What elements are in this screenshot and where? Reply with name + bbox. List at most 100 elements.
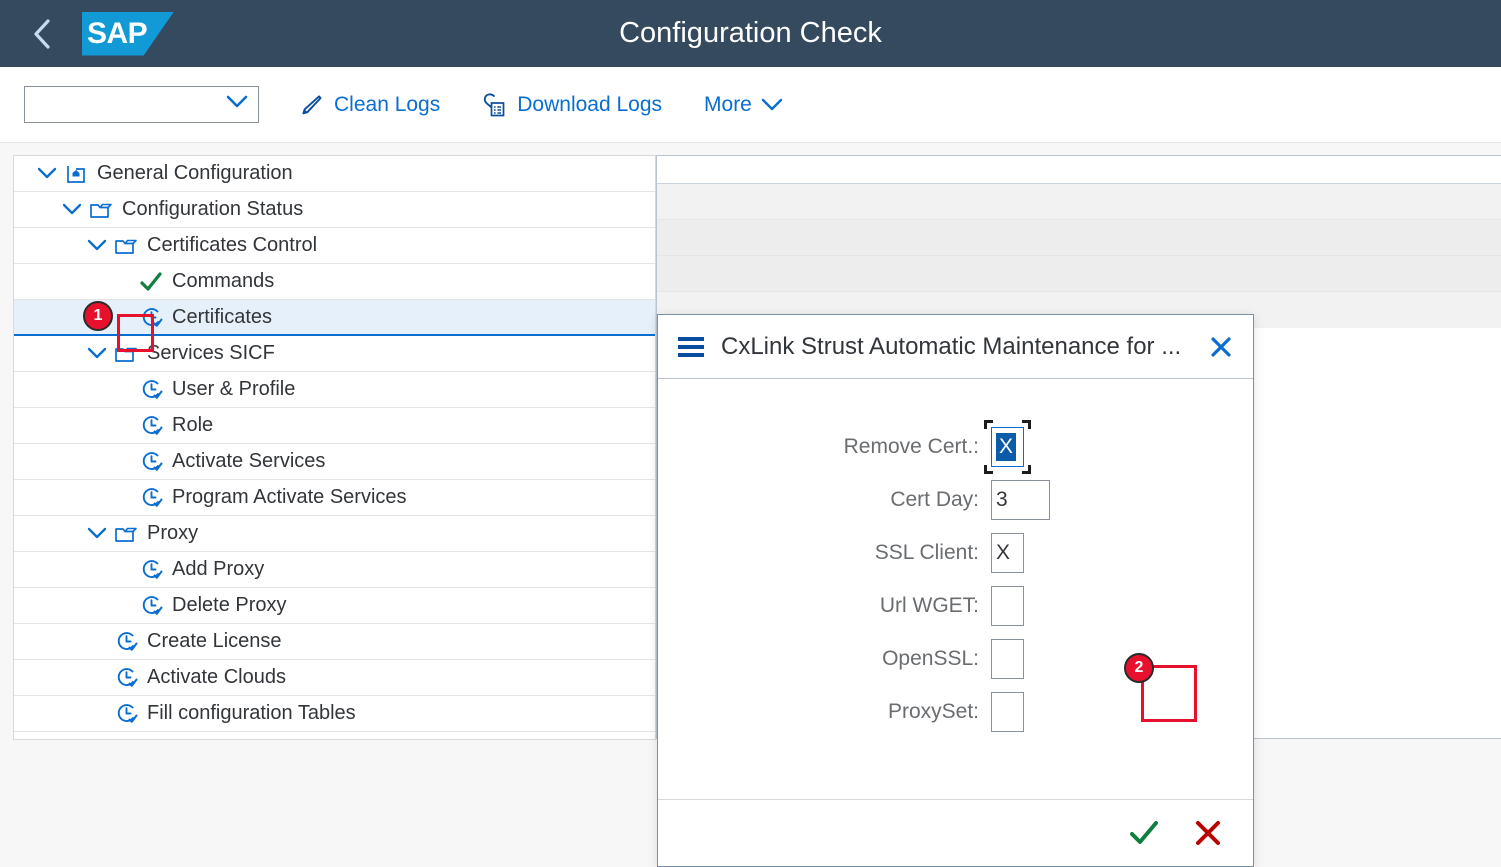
content-area: General Configuration Configuration Statu… <box>0 143 1501 867</box>
tree-item-role[interactable]: Role <box>14 408 655 444</box>
background-row <box>657 256 1501 292</box>
cxlink-strust-dialog: CxLink Strust Automatic Maintenance for … <box>657 314 1254 867</box>
folder-icon <box>112 524 140 544</box>
clean-logs-label: Clean Logs <box>334 92 441 116</box>
focus-corner <box>984 465 993 474</box>
field-label: OpenSSL: <box>882 647 979 670</box>
dialog-title: CxLink Strust Automatic Maintenance for … <box>721 332 1182 360</box>
field-input-openssl[interactable] <box>991 639 1024 679</box>
log-select-dropdown[interactable] <box>24 86 259 123</box>
sap-logo: SAP <box>82 11 174 56</box>
tree-item-certificates[interactable]: Certificates <box>14 300 655 336</box>
hamburger-menu-icon[interactable] <box>678 336 704 357</box>
attachment-icon <box>480 92 506 118</box>
chevron-down-icon[interactable] <box>82 239 112 252</box>
chevron-left-icon <box>31 17 53 51</box>
dialog-form: Remove Cert.: X Cert Day: 3 SSL Client: X Url … <box>658 379 1253 799</box>
more-label: More <box>704 92 752 116</box>
download-logs-label: Download Logs <box>517 92 663 116</box>
field-value: X <box>996 541 1011 564</box>
tree-item-label: Certificates Control <box>147 234 318 256</box>
tree-item-label: Delete Proxy <box>172 594 287 616</box>
tree-item-create-license[interactable]: Create License <box>14 624 655 660</box>
tree-item-configuration-status[interactable]: Configuration Status <box>14 192 655 228</box>
field-input-remove-cert[interactable]: X <box>991 427 1024 467</box>
pending-clock-icon <box>112 666 140 689</box>
clean-logs-button[interactable]: Clean Logs <box>299 93 440 117</box>
chevron-down-icon[interactable] <box>82 347 112 360</box>
form-row: ProxySet: <box>658 692 1253 732</box>
form-row: Remove Cert.: X <box>658 420 1253 474</box>
tree-item-general-configuration[interactable]: General Configuration <box>14 156 655 192</box>
focus-indicator: X <box>984 420 1031 474</box>
folder-icon <box>87 200 115 220</box>
sap-logo-text: SAP <box>87 16 148 50</box>
tree-item-activate-services[interactable]: Activate Services <box>14 444 655 480</box>
pending-clock-icon <box>112 702 140 725</box>
tree-item-label: Commands <box>172 270 275 292</box>
dialog-confirm-button[interactable] <box>1119 808 1169 858</box>
tree-item-label: Proxy <box>147 522 199 544</box>
tree-item-label: Services SICF <box>147 342 275 364</box>
pending-clock-icon <box>112 630 140 653</box>
tree-item-activate-clouds[interactable]: Activate Clouds <box>14 660 655 696</box>
field-label: Cert Day: <box>890 488 979 511</box>
field-input-url-wget[interactable] <box>991 586 1024 626</box>
chevron-down-icon <box>226 95 248 114</box>
chevron-down-icon[interactable] <box>32 167 62 180</box>
dialog-cancel-button[interactable] <box>1183 808 1233 858</box>
folder-icon <box>112 236 140 256</box>
pending-clock-icon <box>137 558 165 581</box>
tree-item-delete-proxy[interactable]: Delete Proxy <box>14 588 655 624</box>
tree-item-commands[interactable]: Commands <box>14 264 655 300</box>
field-value: 3 <box>996 488 1008 511</box>
background-row <box>657 184 1501 220</box>
tree-item-user-profile[interactable]: User & Profile <box>14 372 655 408</box>
tree-item-add-proxy[interactable]: Add Proxy <box>14 552 655 588</box>
field-input-cert-day[interactable]: 3 <box>991 480 1050 520</box>
field-value: X <box>996 433 1017 461</box>
background-row <box>657 220 1501 256</box>
focus-corner <box>984 420 993 429</box>
chevron-down-icon[interactable] <box>82 527 112 540</box>
pending-clock-icon <box>137 450 165 473</box>
background-panel-spacer <box>657 156 1501 184</box>
tree-item-certificates-control[interactable]: Certificates Control <box>14 228 655 264</box>
form-row: Url WGET: <box>658 586 1253 626</box>
field-label: Url WGET: <box>879 594 979 617</box>
tree-item-label: Role <box>172 414 214 436</box>
folder-icon <box>112 344 140 364</box>
tree-item-proxy[interactable]: Proxy <box>14 516 655 552</box>
pending-clock-icon <box>137 306 165 329</box>
field-label: Remove Cert.: <box>843 435 979 458</box>
tree-item-label: Program Activate Services <box>172 486 407 508</box>
check-icon <box>137 270 165 294</box>
pending-clock-icon <box>137 414 165 437</box>
field-label: ProxySet: <box>887 700 979 723</box>
tree-item-label: Activate Clouds <box>147 666 286 688</box>
tree-item-services-sicf[interactable]: Services SICF <box>14 336 655 372</box>
pending-clock-icon <box>137 378 165 401</box>
tree-item-program-activate-services[interactable]: Program Activate Services <box>14 480 655 516</box>
close-x-icon[interactable] <box>1205 331 1237 363</box>
more-button[interactable]: More <box>704 93 783 117</box>
configuration-tree-panel: General Configuration Configuration Statu… <box>13 155 656 740</box>
form-row: SSL Client: X <box>658 533 1253 573</box>
action-toolbar: Clean Logs Download Logs More <box>0 67 1501 143</box>
field-label: SSL Client: <box>874 541 979 564</box>
tree-item-label: Fill configuration Tables <box>147 702 356 724</box>
tree-item-fill-configuration-tables[interactable]: Fill configuration Tables <box>14 696 655 732</box>
download-logs-button[interactable]: Download Logs <box>480 92 662 118</box>
back-button[interactable] <box>20 12 64 56</box>
pending-clock-icon <box>137 486 165 509</box>
form-row: OpenSSL: <box>658 639 1253 679</box>
field-input-ssl-client[interactable]: X <box>991 533 1024 573</box>
shell-header: SAP Configuration Check <box>0 0 1501 67</box>
focus-corner <box>1022 420 1031 429</box>
page-title: Configuration Check <box>619 17 882 49</box>
pending-clock-icon <box>137 594 165 617</box>
form-row: Cert Day: 3 <box>658 480 1253 520</box>
focus-corner <box>1022 465 1031 474</box>
field-input-proxyset[interactable] <box>991 692 1024 732</box>
chevron-down-icon[interactable] <box>57 203 87 216</box>
